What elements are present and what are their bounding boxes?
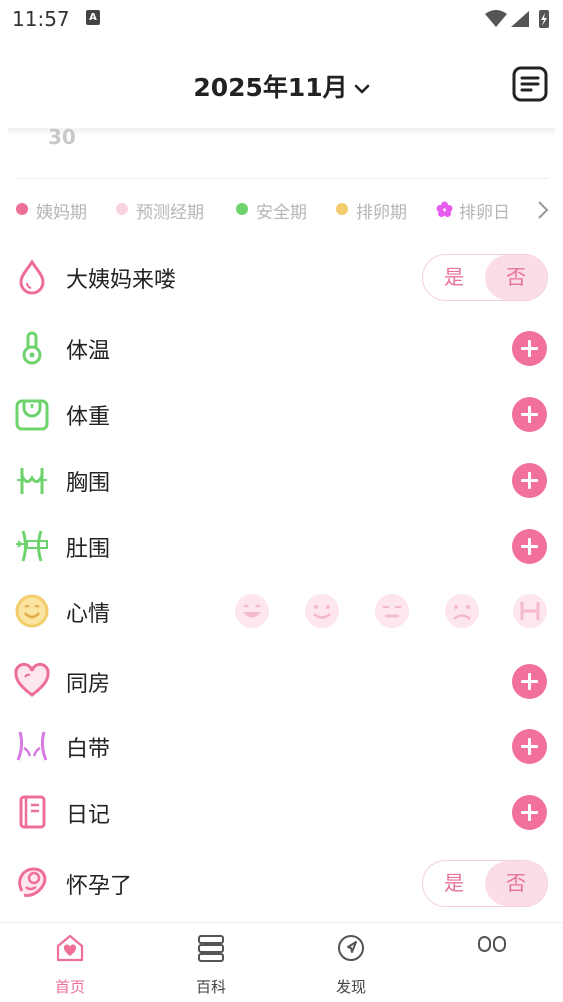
add-temperature-button[interactable] <box>512 331 547 366</box>
heart-icon <box>14 663 50 697</box>
toggle-yes-button[interactable]: 是 <box>423 861 485 906</box>
status-time: 11:57 <box>12 7 70 31</box>
calendar-shadow <box>8 128 555 136</box>
record-label: 体重 <box>66 405 111 430</box>
add-weight-button[interactable] <box>512 397 547 432</box>
bottom-tab-bar: 首页 百科 发现 <box>0 922 563 1002</box>
calendar-day[interactable]: 30 <box>48 125 76 149</box>
tab-home[interactable]: 首页 <box>15 923 125 1002</box>
record-list-icon[interactable] <box>512 66 548 102</box>
add-waist-button[interactable] <box>512 529 547 564</box>
mood-smile-icon[interactable] <box>302 591 342 631</box>
record-row-temperature: 体温 <box>0 318 563 378</box>
record-row-diary: 日记 <box>0 782 563 842</box>
smiley-icon <box>15 594 49 628</box>
tab-wiki[interactable]: 百科 <box>156 923 266 1002</box>
tab-label: 首页 <box>54 978 85 996</box>
record-label: 心情 <box>66 602 111 627</box>
mood-neutral-icon[interactable] <box>372 591 412 631</box>
chevron-down-icon <box>354 84 369 94</box>
tab-discover[interactable]: 发现 <box>296 923 406 1002</box>
record-label: 体温 <box>66 339 111 364</box>
legend-item-safe: 安全期 <box>236 198 307 223</box>
period-toggle[interactable]: 是 否 <box>422 254 548 301</box>
add-bust-button[interactable] <box>512 463 547 498</box>
divider <box>14 178 549 179</box>
legend-dot <box>116 203 128 215</box>
mood-laugh-icon[interactable] <box>232 591 272 631</box>
legend-dot <box>16 203 28 215</box>
record-label: 胸围 <box>66 471 111 496</box>
record-label: 大姨妈来喽 <box>66 268 177 293</box>
toggle-no-button[interactable]: 否 <box>485 861 547 906</box>
books-icon <box>198 935 224 962</box>
record-label: 同房 <box>66 672 111 697</box>
record-row-bust: 胸围 <box>0 450 563 510</box>
underwear-icon <box>16 731 48 761</box>
waist-tape-icon <box>16 530 48 562</box>
record-label: 肚围 <box>66 537 111 562</box>
home-heart-icon <box>56 934 84 962</box>
legend-dot <box>236 203 248 215</box>
toggle-yes-button[interactable]: 是 <box>423 255 485 300</box>
legend-item-ovulation-period: 排卵期 <box>336 198 407 223</box>
embryo-icon <box>18 867 47 897</box>
legend-item-predicted: 预测经期 <box>116 198 204 223</box>
thermometer-icon <box>22 331 42 365</box>
blood-drop-icon <box>19 259 45 295</box>
mood-angry-icon[interactable] <box>510 591 550 631</box>
profile-eyes-icon <box>478 936 506 952</box>
tab-profile[interactable] <box>437 923 547 1002</box>
compass-icon <box>338 935 364 961</box>
calendar-peek: 30 <box>0 120 563 180</box>
record-label: 怀孕了 <box>66 874 133 899</box>
month-title: 2025年11月 <box>193 73 348 102</box>
header: 2025年11月 <box>0 50 563 120</box>
mood-sad-icon[interactable] <box>442 591 482 631</box>
cycle-legend: 姨妈期 预测经期 安全期 排卵期 排卵日 <box>0 192 563 228</box>
notification-icon: A <box>86 10 100 25</box>
system-status-icons <box>485 10 549 28</box>
legend-dot <box>336 203 348 215</box>
add-intimacy-button[interactable] <box>512 664 547 699</box>
pregnant-toggle[interactable]: 是 否 <box>422 860 548 907</box>
legend-item-period: 姨妈期 <box>16 198 87 223</box>
record-label: 白带 <box>66 737 111 762</box>
legend-item-ovulation-day: 排卵日 <box>436 198 510 223</box>
record-label: 日记 <box>66 803 111 828</box>
month-selector[interactable]: 2025年11月 <box>0 68 563 104</box>
record-row-weight: 体重 <box>0 384 563 444</box>
mood-options <box>232 591 552 631</box>
record-row-intimacy: 同房 <box>0 651 563 711</box>
record-row-discharge: 白带 <box>0 716 563 776</box>
status-bar: 11:57 A <box>0 0 563 38</box>
scale-icon <box>15 399 49 431</box>
add-discharge-button[interactable] <box>512 729 547 764</box>
record-row-pregnant: 怀孕了 是 否 <box>0 853 563 913</box>
record-row-mood: 心情 <box>0 581 563 641</box>
record-row-period: 大姨妈来喽 是 否 <box>0 247 563 307</box>
add-diary-button[interactable] <box>512 795 547 830</box>
toggle-no-button[interactable]: 否 <box>485 255 547 300</box>
chevron-right-icon[interactable] <box>536 200 550 220</box>
record-row-waist: 肚围 <box>0 516 563 576</box>
tab-label: 发现 <box>335 978 366 996</box>
tab-label: 百科 <box>195 978 226 996</box>
bust-icon <box>17 468 47 494</box>
diary-icon <box>19 795 46 829</box>
flower-icon <box>436 201 453 217</box>
